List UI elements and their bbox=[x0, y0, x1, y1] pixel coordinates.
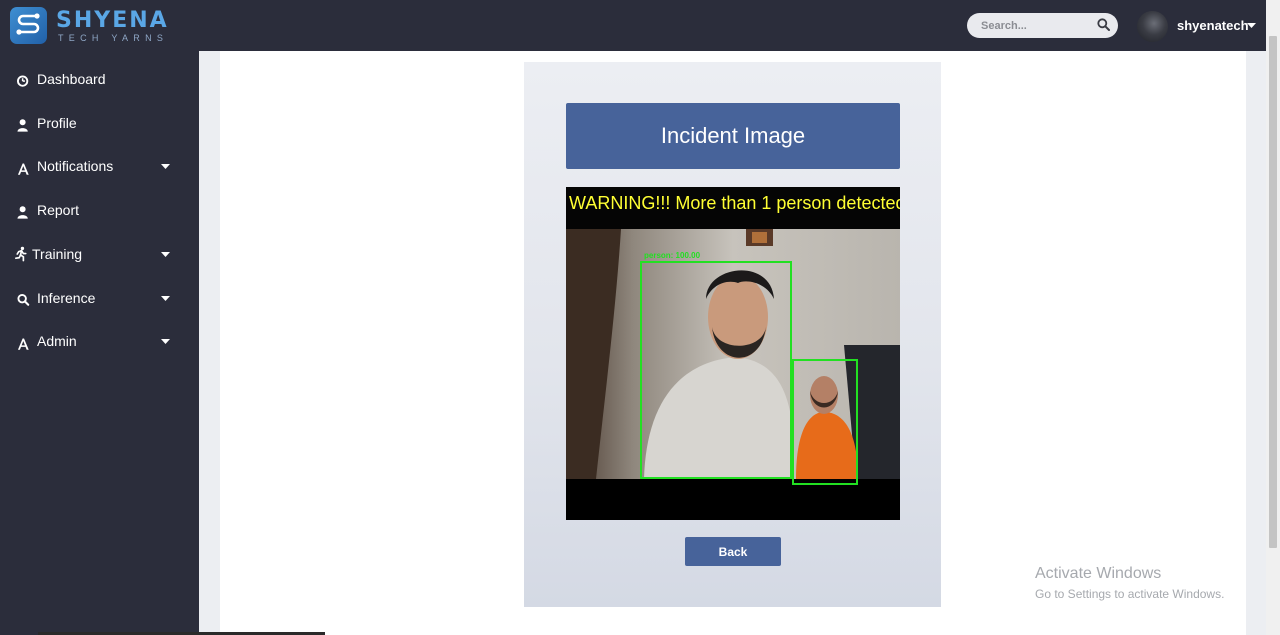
sidebar-item-label: Notifications bbox=[37, 158, 114, 174]
running-icon bbox=[15, 246, 27, 262]
font-icon bbox=[17, 163, 29, 175]
sidebar-item-label: Inference bbox=[37, 290, 96, 306]
incident-image: WARNING!!! More than 1 person detected p… bbox=[566, 187, 900, 520]
caret-down-icon bbox=[161, 339, 170, 344]
brand-name: SHYENA bbox=[56, 8, 169, 33]
main-content: Incident Image WARNING!!! More than 1 pe… bbox=[220, 51, 1246, 635]
search-box bbox=[967, 13, 1118, 38]
activate-windows-subtitle: Go to Settings to activate Windows. bbox=[1035, 587, 1225, 601]
page-scrollbar[interactable] bbox=[1266, 0, 1280, 635]
caret-down-icon bbox=[161, 296, 170, 301]
sidebar-item-label: Report bbox=[37, 202, 80, 218]
sidebar-item-report[interactable]: Report bbox=[0, 192, 199, 232]
font-icon bbox=[17, 338, 29, 350]
sidebar-item-profile[interactable]: Profile bbox=[0, 105, 199, 145]
sidebar-item-notifications[interactable]: Notifications bbox=[0, 148, 199, 188]
clock-icon bbox=[17, 75, 29, 87]
caret-down-icon bbox=[161, 252, 170, 257]
back-button[interactable]: Back bbox=[685, 537, 781, 566]
sidebar-item-inference[interactable]: Inference bbox=[0, 280, 199, 320]
avatar[interactable] bbox=[1137, 11, 1168, 42]
sidebar-item-admin[interactable]: Admin bbox=[0, 323, 199, 363]
sidebar-item-label: Dashboard bbox=[37, 71, 106, 87]
sidebar-item-training[interactable]: Training bbox=[0, 236, 199, 276]
card-title: Incident Image bbox=[566, 103, 900, 169]
top-bar: SHYENA TECH YARNS shyenatech bbox=[0, 0, 1266, 51]
user-icon bbox=[17, 119, 28, 132]
brand-tagline: TECH YARNS bbox=[58, 33, 169, 43]
sidebar-item-label: Admin bbox=[37, 333, 77, 349]
sidebar-item-label: Training bbox=[32, 246, 83, 262]
warning-text: WARNING!!! More than 1 person detected bbox=[569, 193, 900, 213]
username[interactable]: shyenatech bbox=[1177, 18, 1249, 33]
sidebar: Dashboard Profile Notifications Report T… bbox=[0, 51, 199, 635]
brand-logo[interactable]: SHYENA TECH YARNS bbox=[10, 7, 170, 45]
caret-down-icon[interactable] bbox=[1247, 23, 1256, 29]
activate-windows-title: Activate Windows bbox=[1035, 565, 1162, 582]
logo-mark-icon bbox=[10, 7, 47, 44]
sidebar-item-dashboard[interactable]: Dashboard bbox=[0, 61, 199, 101]
search-icon[interactable] bbox=[1097, 18, 1110, 31]
caret-down-icon bbox=[161, 164, 170, 169]
detection-label: person: 100.00 bbox=[644, 251, 701, 260]
incident-photo: WARNING!!! More than 1 person detected p… bbox=[566, 187, 900, 520]
incident-card: Incident Image WARNING!!! More than 1 pe… bbox=[524, 62, 941, 607]
scrollbar-thumb[interactable] bbox=[1269, 36, 1277, 548]
sidebar-item-label: Profile bbox=[37, 115, 77, 131]
user-icon bbox=[17, 206, 28, 219]
search-input[interactable] bbox=[981, 17, 1091, 34]
search-icon bbox=[17, 293, 30, 306]
